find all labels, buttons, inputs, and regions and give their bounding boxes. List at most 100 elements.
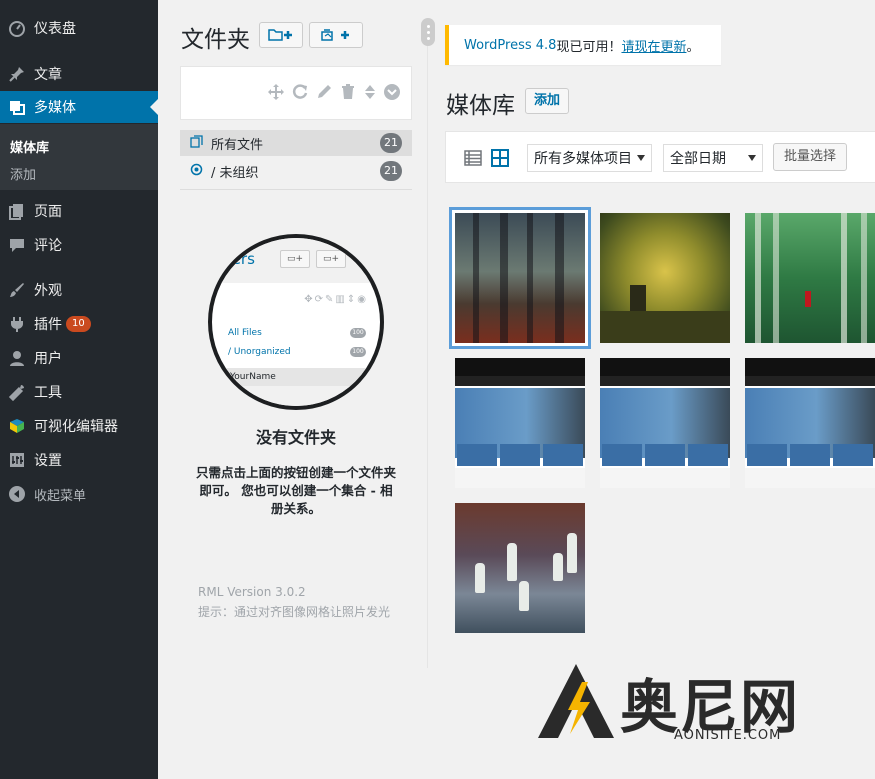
submenu-add[interactable]: 添加 xyxy=(10,164,36,183)
tree-item-all-files[interactable]: 所有文件 21 xyxy=(180,130,412,156)
folders-title: 文件夹 xyxy=(181,27,250,53)
panel-resize-handle[interactable] xyxy=(421,18,435,46)
tree-item-all-files-label: 所有文件 xyxy=(211,137,264,153)
media-type-filter-value: 所有多媒体项目 xyxy=(534,151,632,167)
preview-footer-row: YourName xyxy=(212,368,380,386)
menu-dashboard-label: 仪表盘 xyxy=(34,21,76,37)
media-item-screenshot-3[interactable] xyxy=(745,358,875,488)
plugin-version: RML Version 3.0.2 xyxy=(198,585,306,599)
preview-bottom xyxy=(212,386,380,406)
brush-icon xyxy=(8,281,26,299)
menu-appearance[interactable]: 外观 xyxy=(0,274,158,306)
media-item-birch-path[interactable] xyxy=(745,213,875,343)
menu-comments[interactable]: 评论 xyxy=(0,229,158,261)
menu-tools-label: 工具 xyxy=(34,385,62,401)
media-filter-bar: 所有多媒体项目 全部日期 批量选择 xyxy=(445,131,875,183)
grid-view-icon[interactable] xyxy=(491,149,509,167)
media-icon xyxy=(8,98,26,116)
wordpress-version-link[interactable]: WordPress 4.8 xyxy=(464,38,556,53)
dashboard-icon xyxy=(8,19,26,37)
update-notice: WordPress 4.8 现已可用！ 请现在更新 。 xyxy=(445,25,721,65)
move-icon[interactable] xyxy=(267,83,285,101)
menu-visual-editor[interactable]: 可视化编辑器 xyxy=(0,410,158,442)
watermark-logo-icon xyxy=(538,664,614,738)
menu-posts-label: 文章 xyxy=(34,67,62,83)
sort-icon[interactable] xyxy=(363,83,377,101)
panel-divider xyxy=(427,18,428,668)
preview-footer-label: YourName xyxy=(230,372,276,382)
menu-media[interactable]: 多媒体 xyxy=(0,91,158,123)
date-filter[interactable]: 全部日期 xyxy=(663,144,763,172)
wrench-icon xyxy=(8,383,26,401)
menu-visual-editor-label: 可视化编辑器 xyxy=(34,419,118,435)
media-item-fountain[interactable] xyxy=(455,503,585,633)
bulk-select-button[interactable]: 批量选择 xyxy=(773,143,847,171)
chevron-down-icon xyxy=(637,155,645,161)
folder-toolbar-icons xyxy=(267,83,401,101)
media-type-filter[interactable]: 所有多媒体项目 xyxy=(527,144,652,172)
menu-pages-label: 页面 xyxy=(34,204,62,220)
media-item-screenshot-1[interactable] xyxy=(455,358,585,488)
refresh-icon[interactable] xyxy=(291,83,309,101)
folder-panel: 文件夹 所有文件 21 / 未组织 21 lders ▭+ ▭+ ✥⟳✎▥⇕◉ xyxy=(158,0,428,779)
menu-collapse-label: 收起菜单 xyxy=(34,488,87,504)
settings-icon xyxy=(8,451,26,469)
list-view-icon[interactable] xyxy=(464,149,482,167)
preview-header: lders ▭+ ▭+ xyxy=(212,238,380,283)
preview-unorganized-count: 100 xyxy=(350,347,366,357)
menu-settings-label: 设置 xyxy=(34,453,62,469)
menu-collapse[interactable]: 收起菜单 xyxy=(0,478,158,510)
folder-plus-icon xyxy=(268,29,292,41)
menu-dashboard[interactable]: 仪表盘 xyxy=(0,12,158,44)
menu-pages[interactable]: 页面 xyxy=(0,195,158,227)
menu-plugins-label: 插件 xyxy=(34,317,62,333)
menu-tools[interactable]: 工具 xyxy=(0,376,158,408)
media-item-countryside[interactable] xyxy=(600,213,730,343)
preview-all-files-count: 100 xyxy=(350,328,366,338)
menu-comments-label: 评论 xyxy=(34,238,62,254)
update-now-link[interactable]: 请现在更新 xyxy=(621,36,686,55)
chevron-down-icon xyxy=(748,155,756,161)
create-folder-button[interactable] xyxy=(259,22,303,48)
submenu-library[interactable]: 媒体库 xyxy=(10,137,49,156)
collection-plus-icon xyxy=(321,29,349,41)
no-folders-description: 只需点击上面的按钮创建一个文件夹即可。 您也可以创建一个集合 - 相册关系。 xyxy=(195,465,396,516)
menu-plugins[interactable]: 插件 10 xyxy=(0,308,158,340)
menu-users-label: 用户 xyxy=(34,351,62,367)
menu-users[interactable]: 用户 xyxy=(0,342,158,374)
collapse-icon xyxy=(8,485,26,503)
all-files-count: 21 xyxy=(380,133,402,153)
create-collection-button[interactable] xyxy=(309,22,363,48)
site-watermark: 奥尼网 AONISITE.COM xyxy=(534,660,844,744)
preview-all-files-label: All Files xyxy=(228,328,262,338)
media-item-screenshot-2[interactable] xyxy=(600,358,730,488)
folders-preview-illustration: lders ▭+ ▭+ ✥⟳✎▥⇕◉ All Files 100 / Unorg… xyxy=(208,234,384,410)
unorganized-count: 21 xyxy=(380,161,402,181)
preview-title: lders xyxy=(218,250,255,268)
rename-pencil-icon[interactable] xyxy=(315,83,333,101)
preview-row-all-files: All Files 100 xyxy=(212,324,380,342)
preview-collection-button: ▭+ xyxy=(316,250,346,268)
current-menu-arrow xyxy=(150,99,158,115)
unorganized-icon xyxy=(189,163,203,179)
media-item-forest[interactable] xyxy=(455,213,585,343)
date-filter-value: 全部日期 xyxy=(670,151,726,167)
folder-tree-divider xyxy=(180,189,412,190)
plugin-icon xyxy=(8,315,26,333)
watermark-domain: AONISITE.COM xyxy=(674,728,782,743)
chevron-down-icon[interactable] xyxy=(383,83,401,101)
preview-folder-button: ▭+ xyxy=(280,250,310,268)
menu-settings[interactable]: 设置 xyxy=(0,444,158,476)
delete-trash-icon[interactable] xyxy=(339,83,357,101)
preview-unorganized-label: / Unorganized xyxy=(228,347,291,357)
editor-icon xyxy=(8,417,26,435)
folder-toolbar xyxy=(180,66,412,120)
plugin-tip: 提示：通过对齐图像网格让照片发光 xyxy=(198,605,391,619)
tree-item-unorganized[interactable]: / 未组织 21 xyxy=(180,158,412,184)
preview-row-unorganized: / Unorganized 100 xyxy=(212,343,380,361)
add-new-media-button[interactable]: 添加 xyxy=(525,88,569,114)
all-files-icon xyxy=(189,135,203,151)
tree-item-unorganized-label: / 未组织 xyxy=(211,165,259,181)
menu-posts[interactable]: 文章 xyxy=(0,58,158,90)
menu-appearance-label: 外观 xyxy=(34,283,62,299)
